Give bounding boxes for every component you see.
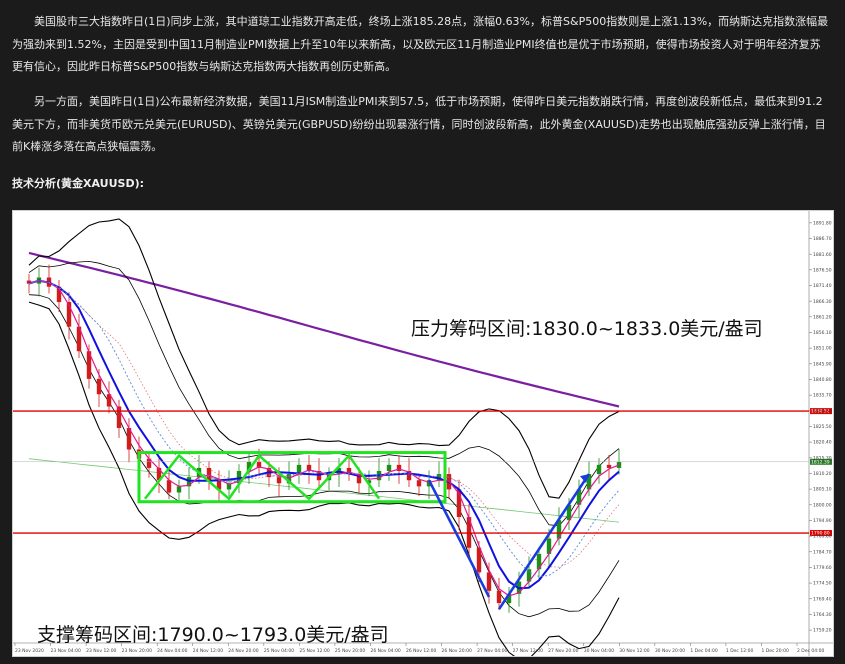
price-tick-label: 1830.60 [813, 408, 832, 414]
time-tick-label: 23 Nov 20:00 [122, 648, 152, 654]
price-tick-label: 1886.70 [813, 236, 832, 242]
bollinger-inner-lower [28, 294, 620, 618]
bollinger-lower [28, 301, 620, 656]
time-tick-label: 26 Nov 20:00 [442, 648, 472, 654]
price-axis: 1891.80 1886.70 1881.60 1876.50 1871.40 1866.… [809, 220, 832, 634]
time-tick-label: 25 Nov 12:00 [299, 648, 329, 654]
price-tick-label: 1759.20 [813, 628, 832, 634]
support-label: 支撑筹码区间:1790.0~1793.0美元/盎司 [37, 624, 389, 646]
time-tick-label: 26 Nov 12:00 [406, 648, 436, 654]
price-tick-label: 1866.30 [813, 299, 832, 305]
price-tick-label: 1764.30 [813, 612, 832, 618]
candle-body [596, 464, 602, 475]
chart-grid [13, 211, 833, 656]
article-paragraph-2: 另一方面，美国昨日(1日)公布最新经济数据，美国11月ISM制造业PMI来到57… [12, 95, 826, 153]
price-tick-label: 1774.50 [813, 581, 832, 587]
price-tick-label: 1784.70 [813, 549, 832, 555]
price-tick-label: 1835.70 [813, 393, 832, 399]
bollinger-upper [28, 218, 620, 499]
time-tick-label: 1 Dec 04:00 [690, 648, 718, 654]
article-paragraph-1: 美国股市三大指数昨日(1日)同步上涨，其中道琼工业指数开高走低，终场上涨185.… [12, 15, 829, 73]
time-tick-label: 25 Nov 04:00 [264, 648, 294, 654]
price-tick-label: 1779.60 [813, 565, 832, 571]
price-tick-label: 1789.80 [813, 534, 832, 540]
time-tick-label: 1 Dec 12:00 [726, 648, 754, 654]
time-tick-label: 26 Nov 04:00 [370, 648, 400, 654]
price-tick-label: 1881.60 [813, 252, 832, 258]
time-tick-label: 24 Nov 04:00 [157, 648, 187, 654]
candle-body [96, 378, 102, 395]
time-tick-label: 30 Nov 04:00 [584, 648, 614, 654]
time-tick-label: 1 Dec 20:00 [761, 648, 789, 654]
resistance-label: 压力筹码区间:1830.0~1833.0美元/盎司 [411, 318, 763, 340]
bollinger-bands [28, 218, 620, 656]
time-tick-label: 23 Nov 12:00 [86, 648, 116, 654]
price-tick-label: 1815.30 [813, 455, 832, 461]
price-tick-label: 1805.10 [813, 487, 832, 493]
time-tick-label: 27 Nov 20:00 [548, 648, 578, 654]
price-tick-label: 1840.80 [813, 377, 832, 383]
time-tick-label: 30 Nov 12:00 [619, 648, 649, 654]
price-tick-label: 1820.40 [813, 440, 832, 446]
candle-body [416, 480, 422, 487]
price-tick-label: 1871.40 [813, 283, 832, 289]
price-tick-label: 1851.00 [813, 346, 832, 352]
price-tick-label: 1769.40 [813, 596, 832, 602]
time-tick-label: 30 Nov 20:00 [655, 648, 685, 654]
chart-canvas: 1830.521790.801812.39 1891.80 1886.70 1881… [13, 211, 833, 656]
price-tick-label: 1800.00 [813, 502, 832, 508]
time-tick-label: 24 Nov 12:00 [193, 648, 223, 654]
candle-body [206, 467, 212, 481]
price-tick-label: 1825.50 [813, 424, 832, 430]
gold-price-chart: 1830.52 1790.80 1812.39 1891.80 1886.70 1881… [12, 210, 834, 657]
time-tick-label: 25 Nov 20:00 [335, 648, 365, 654]
price-tick-label: 1861.20 [813, 314, 832, 320]
candle-body [606, 464, 612, 468]
time-tick-label: 23 Nov 04:00 [51, 648, 81, 654]
time-tick-label: 2 Dec 04:00 [797, 648, 825, 654]
price-tick-label: 1876.50 [813, 267, 832, 273]
candle-body [496, 590, 502, 604]
section-heading: 技术分析(黄金XAUUSD): [12, 177, 145, 190]
price-tick-label: 1845.90 [813, 361, 832, 367]
candle-body [476, 547, 482, 573]
green-ma-line [28, 458, 620, 523]
time-tick-label: 24 Nov 20:00 [228, 648, 258, 654]
candle-body [486, 572, 492, 591]
rebound-arrow-line [497, 473, 591, 610]
price-tick-label: 1794.90 [813, 518, 832, 524]
price-levels: 1830.521790.801812.39 [13, 408, 832, 537]
candle-body [276, 477, 282, 484]
price-tick-label: 1810.20 [813, 471, 832, 477]
bollinger-inner-upper [28, 260, 620, 527]
price-tick-label: 1856.10 [813, 330, 832, 336]
candle-body [616, 461, 622, 468]
time-tick-label: 27 Nov 12:00 [513, 648, 543, 654]
time-tick-label: 27 Nov 04:00 [477, 648, 507, 654]
price-tick-label: 1891.80 [813, 220, 832, 226]
candle-body [386, 464, 392, 471]
time-tick-label: 23 Nov 2020 [15, 648, 44, 654]
candle-body [166, 480, 172, 493]
candle-body [176, 486, 182, 493]
